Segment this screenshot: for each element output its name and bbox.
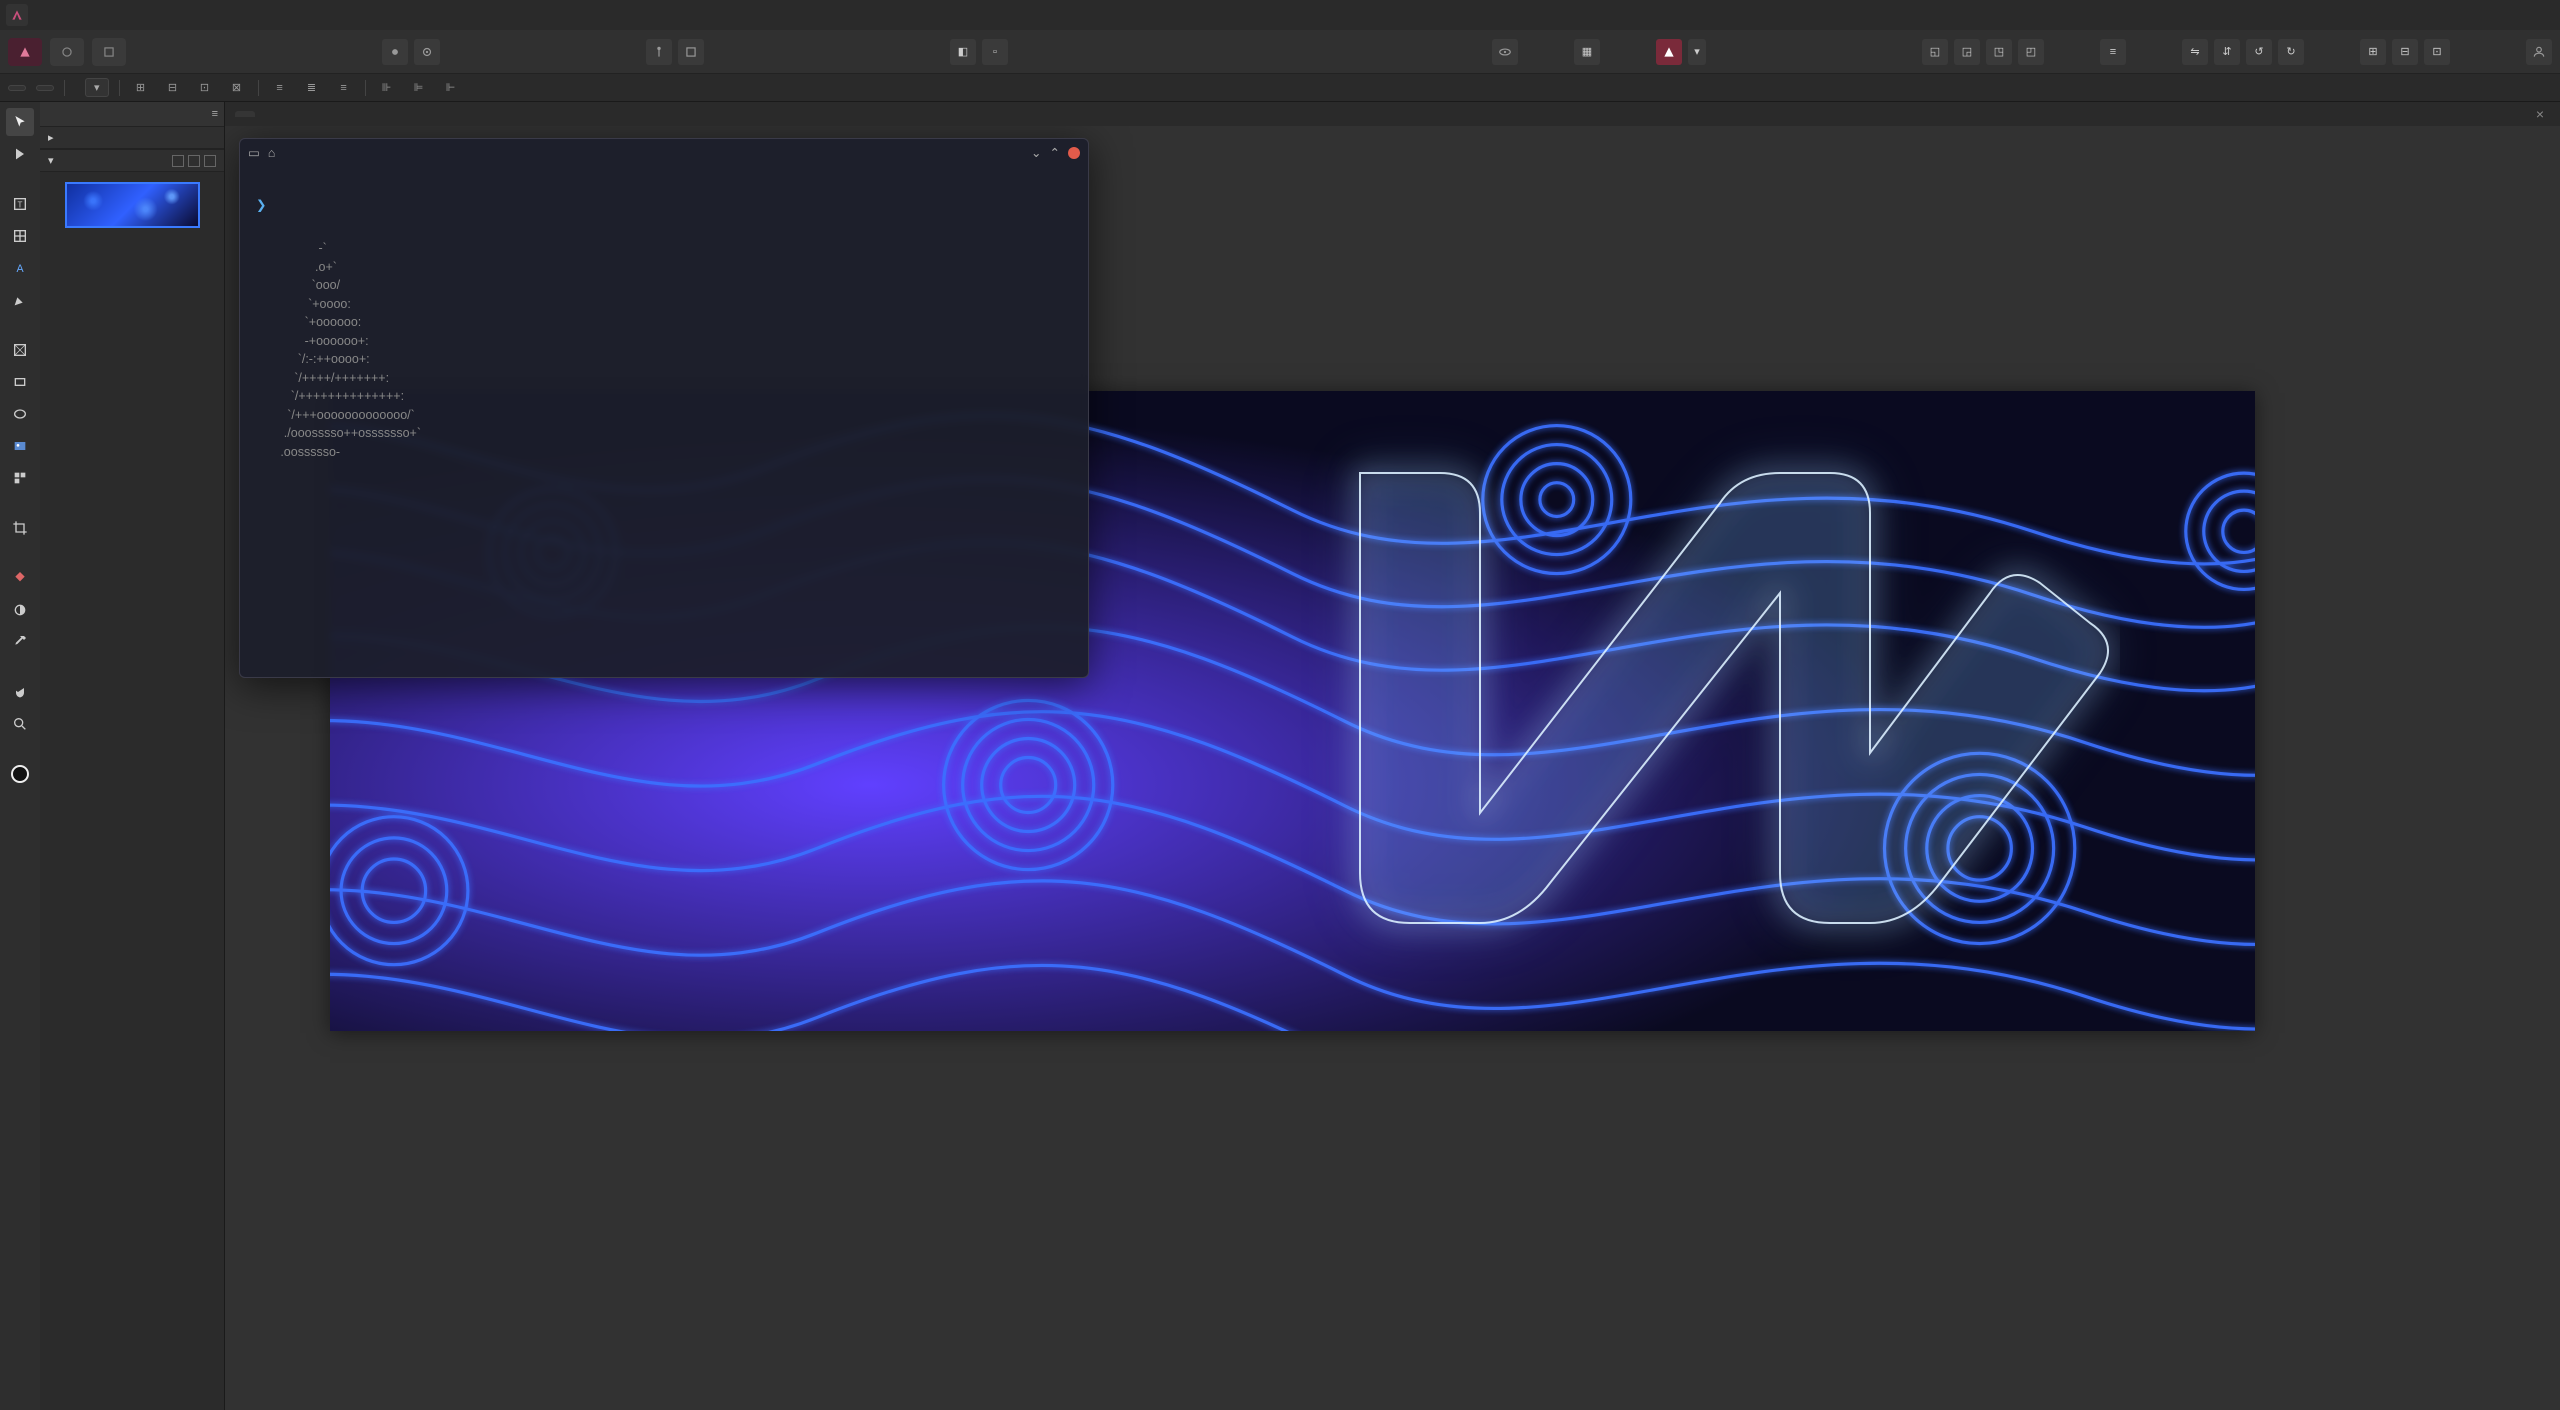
filter-name-field[interactable] — [8, 85, 26, 91]
persona-photo-icon[interactable] — [50, 38, 84, 66]
toolbar-preflight-drop-icon[interactable]: ▾ — [1688, 39, 1706, 65]
menu-edit[interactable] — [58, 11, 78, 19]
toolbar-flip-v-icon[interactable]: ⇵ — [2214, 39, 2240, 65]
opt-snap3-icon[interactable]: ⊡ — [194, 77, 216, 99]
svg-text:T: T — [18, 200, 23, 209]
pages-row[interactable]: ▾ — [40, 149, 224, 172]
master-pages-row[interactable]: ▸ — [40, 126, 224, 149]
hand-tool-icon[interactable] — [6, 678, 34, 706]
toolbar-arrange3-icon[interactable]: ◳ — [1986, 39, 2012, 65]
frame-text-tool-icon[interactable]: T — [6, 190, 34, 218]
pages-panel: ≡ ▸ ▾ — [40, 102, 225, 1410]
menu-layer[interactable] — [146, 11, 166, 19]
glass-glyph — [1300, 443, 2120, 953]
toolbar-snap2-icon[interactable]: ⊟ — [2392, 39, 2418, 65]
menu-select[interactable] — [168, 11, 188, 19]
menu-bar — [0, 0, 2560, 30]
menu-view[interactable] — [190, 11, 210, 19]
konsole-tab-list-icon[interactable]: ▭ — [248, 144, 260, 163]
persona-designer-icon[interactable] — [92, 38, 126, 66]
svg-text:A: A — [16, 263, 24, 275]
neofetch-ascii: -` .o+` `ooo/ `+oooo: `+oooooo: -+oooooo… — [256, 239, 421, 461]
toolbar-align-icon[interactable]: ≡ — [2100, 39, 2126, 65]
opt-dist1-icon[interactable]: ⊪ — [376, 77, 398, 99]
konsole-min-icon[interactable]: ⌄ — [1031, 144, 1041, 163]
document-tab-close-icon[interactable]: × — [2530, 106, 2550, 122]
color-chip-icon[interactable] — [6, 760, 34, 788]
toolbar-baseline-icon[interactable]: ◧ — [950, 39, 976, 65]
toolbar-rotate-cw-icon[interactable]: ↻ — [2278, 39, 2304, 65]
place-image-tool-icon[interactable] — [6, 432, 34, 460]
konsole-window[interactable]: ▭⌂ ⌄ ⌃ ❯ -` .o+` `ooo/ — [239, 138, 1089, 678]
del-page-icon[interactable] — [204, 155, 216, 167]
toolbar-preflight-icon[interactable] — [1656, 39, 1682, 65]
toolbar-rotate-ccw-icon[interactable]: ↺ — [2246, 39, 2272, 65]
opt-align-c-icon[interactable]: ≣ — [301, 77, 323, 99]
page-opts-icon[interactable] — [188, 155, 200, 167]
pen-tool-icon[interactable] — [6, 286, 34, 314]
toolbar-flip-h-icon[interactable]: ⇋ — [2182, 39, 2208, 65]
konsole-close-icon[interactable] — [1068, 147, 1080, 159]
opt-snap1-icon[interactable]: ⊞ — [130, 77, 152, 99]
picture-frame-tool-icon[interactable] — [6, 336, 34, 364]
document-area: × — [225, 102, 2560, 1410]
move-tool-icon[interactable] — [6, 108, 34, 136]
artistic-text-tool-icon[interactable]: A — [6, 254, 34, 282]
opt-snap4-icon[interactable]: ⊠ — [226, 77, 248, 99]
menu-help[interactable] — [234, 11, 254, 19]
menu-window[interactable] — [212, 11, 232, 19]
menu-table[interactable] — [124, 11, 144, 19]
menu-text[interactable] — [102, 11, 122, 19]
autoselect-dropdown[interactable]: ▾ — [85, 78, 109, 97]
page-1-thumbnail[interactable] — [65, 182, 200, 228]
toolbar-arrange1-icon[interactable]: ◱ — [1922, 39, 1948, 65]
opt-snap2-icon[interactable]: ⊟ — [162, 77, 184, 99]
node-tool-icon[interactable] — [6, 140, 34, 168]
toolbar-arrange2-icon[interactable]: ◲ — [1954, 39, 1980, 65]
konsole-titlebar[interactable]: ▭ ⌂ ⌄ ⌃ — [240, 139, 1088, 167]
asset-tool-icon[interactable] — [6, 464, 34, 492]
dpi-field[interactable] — [36, 85, 54, 91]
toolbar-snap1-icon[interactable]: ⊞ — [2360, 39, 2386, 65]
opt-align-r-icon[interactable]: ≡ — [333, 77, 355, 99]
document-tab[interactable] — [235, 111, 255, 117]
toolbar-snap3-icon[interactable]: ⊡ — [2424, 39, 2450, 65]
fill-tool-icon[interactable] — [6, 564, 34, 592]
toolbar-wrap-icon[interactable] — [678, 39, 704, 65]
table-tool-icon[interactable] — [6, 222, 34, 250]
zoom-tool-icon[interactable] — [6, 710, 34, 738]
toolbar-arrange4-icon[interactable]: ◰ — [2018, 39, 2044, 65]
toolbar-anchor-icon[interactable] — [646, 39, 672, 65]
persona-publisher-icon[interactable] — [8, 38, 42, 66]
add-page-icon[interactable] — [172, 155, 184, 167]
context-toolbar: ▾ ⊞ ⊟ ⊡ ⊠ ≡ ≣ ≡ ⊪ ⊫ ⊩ — [0, 74, 2560, 102]
toolbar-clip-icon[interactable]: ▦ — [1574, 39, 1600, 65]
toolbar-defaults-icon[interactable] — [382, 39, 408, 65]
toolbar-prefs-icon[interactable] — [414, 39, 440, 65]
app-logo-icon — [6, 4, 28, 26]
eyedropper-tool-icon[interactable] — [6, 628, 34, 656]
vector-crop-tool-icon[interactable] — [6, 514, 34, 542]
ellipse-tool-icon[interactable] — [6, 400, 34, 428]
opt-dist3-icon[interactable]: ⊩ — [440, 77, 462, 99]
tool-palette: T A — [0, 102, 40, 1410]
canvas-viewport[interactable]: ▭⌂ ⌄ ⌃ ❯ -` .o+` `ooo/ — [225, 126, 2560, 1410]
opt-dist2-icon[interactable]: ⊫ — [408, 77, 430, 99]
menu-file[interactable] — [36, 11, 56, 19]
account-icon[interactable] — [2526, 39, 2552, 65]
rectangle-tool-icon[interactable] — [6, 368, 34, 396]
toolbar-preview-icon[interactable] — [1492, 39, 1518, 65]
transparency-tool-icon[interactable] — [6, 596, 34, 624]
menu-document[interactable] — [80, 11, 100, 19]
persona-toolbar: ◧ ▫ ▦ ▾ ◱ ◲ ◳ ◰ ≡ ⇋ ⇵ ↺ — [0, 30, 2560, 74]
konsole-new-tab-icon[interactable]: ⌂ — [268, 144, 276, 163]
pages-menu-icon[interactable]: ≡ — [212, 108, 218, 120]
opt-align-l-icon[interactable]: ≡ — [269, 77, 291, 99]
konsole-max-icon[interactable]: ⌃ — [1050, 144, 1060, 163]
toolbar-blank-icon[interactable]: ▫ — [982, 39, 1008, 65]
